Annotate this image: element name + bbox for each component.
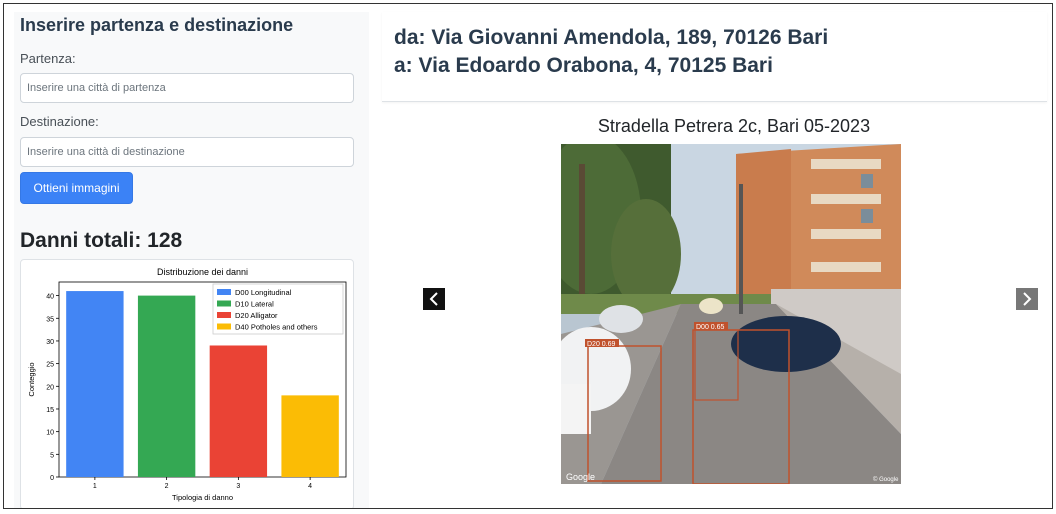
x-tick-label: 4 [308, 483, 312, 490]
y-tick-label: 10 [46, 430, 54, 437]
carousel-prev-button[interactable] [423, 288, 445, 310]
y-tick-label: 0 [50, 475, 54, 482]
legend-label: D00 Longitudinal [235, 288, 292, 297]
destination-label: Destinazione: [20, 114, 99, 129]
detection-label-d00: D00 0.65 [696, 324, 725, 331]
image-caption: Stradella Petrera 2c, Bari 05-2023 [597, 116, 871, 136]
chevron-left-icon [429, 292, 438, 306]
legend-label: D10 Lateral [235, 300, 274, 309]
street-view-image: D20 0.69 D00 0.65 Google © Google [561, 144, 901, 484]
bar-2 [137, 295, 196, 477]
x-tick-label: 2 [165, 483, 169, 490]
departure-label: Partenza: [20, 51, 76, 66]
destination-input[interactable]: Inserire una città di destinazione [20, 137, 354, 167]
y-axis-label: Conteggio [27, 362, 36, 396]
y-tick-label: 15 [46, 407, 54, 414]
y-tick-label: 40 [46, 294, 54, 301]
chart-title: Distribuzione dei danni [157, 267, 248, 277]
copyright-watermark: © Google [873, 476, 899, 483]
get-images-button[interactable]: Ottieni immagini [20, 172, 133, 204]
y-tick-label: 25 [46, 362, 54, 369]
bar-1 [66, 291, 124, 477]
google-watermark: Google [566, 472, 595, 482]
route-header: da: Via Giovanni Amendola, 189, 70126 Ba… [382, 12, 1047, 102]
x-tick-label: 1 [93, 483, 97, 490]
route-from: da: Via Giovanni Amendola, 189, 70126 Ba… [394, 26, 829, 49]
total-damage-heading: Danni totali: 128 [20, 229, 183, 252]
legend-swatch [217, 300, 231, 307]
legend-label: D20 Alligator [235, 311, 278, 320]
chevron-right-icon [1023, 292, 1032, 306]
bar-3 [209, 345, 268, 477]
x-axis-label: Tipologia di danno [172, 493, 233, 502]
sidebar-title: Inserire partenza e destinazione [20, 15, 294, 35]
legend-swatch [217, 312, 231, 318]
route-to: a: Via Edoardo Orabona, 4, 70125 Bari [394, 54, 773, 77]
y-tick-label: 20 [46, 384, 54, 391]
legend-label: D40 Potholes and others [235, 323, 318, 332]
y-tick-label: 35 [46, 316, 54, 323]
carousel-next-button[interactable] [1016, 288, 1038, 310]
street-scene: D20 0.69 D00 0.65 Google © Google [561, 144, 901, 484]
x-tick-label: 3 [236, 483, 240, 490]
detection-label-d20: D20 0.69 [587, 341, 616, 348]
sidebar: Inserire partenza e destinazione Partenz… [14, 12, 369, 508]
bar-4 [281, 395, 339, 477]
y-tick-label: 5 [50, 452, 54, 459]
damage-chart-card: Distribuzione dei danni 0 5 10 15 20 25 30 35 40 1… [20, 259, 354, 508]
legend-swatch [217, 289, 231, 295]
y-tick-label: 30 [46, 339, 54, 346]
departure-input[interactable]: Inserire una città di partenza [20, 73, 354, 103]
damage-chart: Distribuzione dei danni 0 5 10 15 20 25 30 35 40 1… [27, 267, 347, 502]
legend-swatch [217, 323, 231, 330]
app-frame: Inserire partenza e destinazione Partenz… [3, 3, 1053, 509]
